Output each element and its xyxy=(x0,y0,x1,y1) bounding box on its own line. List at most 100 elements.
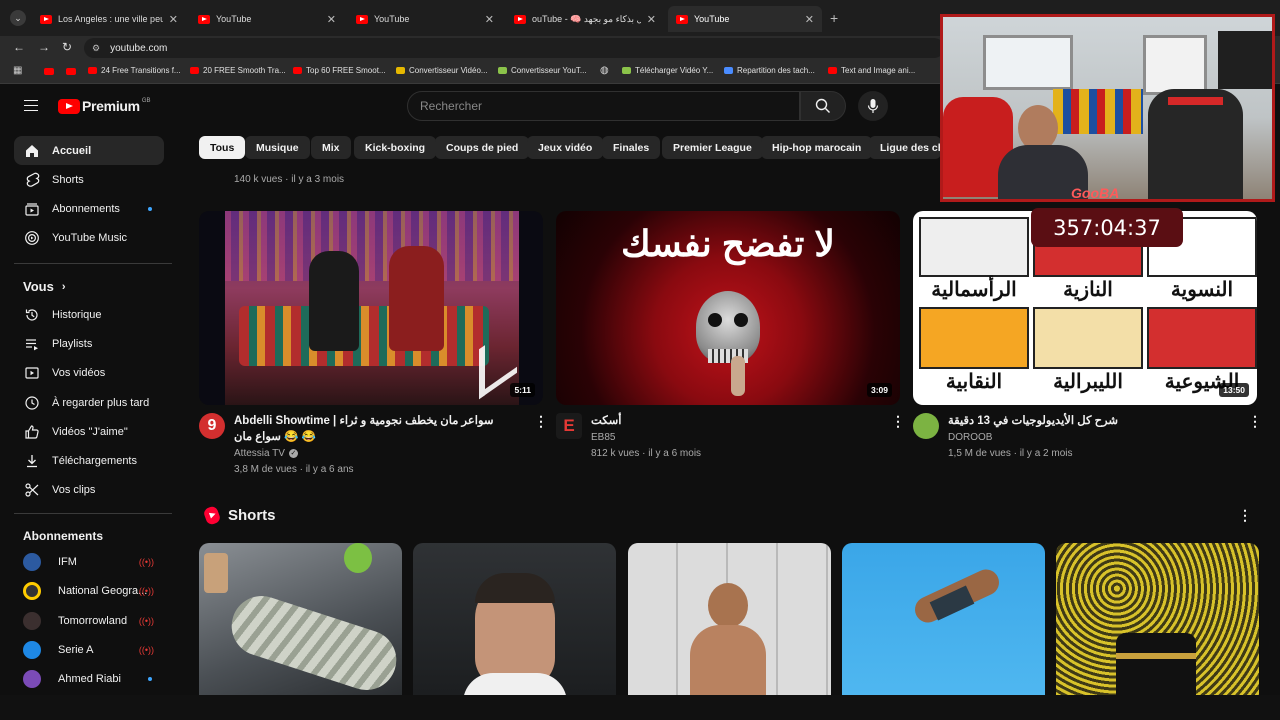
bookmark-youtube-icon[interactable] xyxy=(66,68,76,75)
channel-avatar[interactable]: E xyxy=(556,413,582,439)
subscriptions-section-title: Abonnements xyxy=(23,529,104,543)
voice-search-button[interactable] xyxy=(858,91,888,121)
browser-tab[interactable]: YouTube ✕ xyxy=(190,6,344,32)
short-thumbnail[interactable] xyxy=(199,543,402,695)
stream-name-logo: GooBA xyxy=(1071,185,1120,201)
sidebar-subscription-tomorrowland[interactable]: Tomorrowland ((•)) xyxy=(14,606,164,635)
close-tab-icon[interactable]: ✕ xyxy=(169,13,178,26)
channel-avatar xyxy=(23,552,41,571)
video-meta: 3,8 M de vues · il y a 6 ans xyxy=(234,464,354,475)
search-placeholder: Rechercher xyxy=(420,99,483,113)
sidebar-item-clips[interactable]: Vos clips xyxy=(14,475,164,504)
forward-icon[interactable]: → xyxy=(38,40,50,54)
sidebar-divider xyxy=(14,513,172,514)
sidebar-item-accueil[interactable]: Accueil xyxy=(14,136,164,165)
sidebar-item-vos-videos[interactable]: Vos vidéos xyxy=(14,358,164,387)
sidebar-item-liked-videos[interactable]: Vidéos "J'aime" xyxy=(14,417,164,446)
microphone-icon xyxy=(867,99,879,113)
video-title[interactable]: أسكت xyxy=(591,413,871,429)
bookmark-youtube-icon[interactable] xyxy=(44,68,54,75)
video-menu-icon[interactable]: ⋮ xyxy=(891,413,905,430)
apps-grid-icon[interactable]: ▦ xyxy=(13,65,22,76)
stream-timer: 357:04:37 xyxy=(1031,208,1183,247)
browser-tab[interactable]: YouTube ✕ xyxy=(348,6,502,32)
live-icon: ((•)) xyxy=(138,644,154,655)
close-tab-icon[interactable]: ✕ xyxy=(647,13,656,26)
short-thumbnail[interactable] xyxy=(842,543,1045,695)
youtube-favicon-icon xyxy=(356,14,368,24)
shorts-icon xyxy=(26,172,40,187)
channel-avatar xyxy=(23,611,41,630)
globe-icon[interactable]: ◍ xyxy=(600,65,609,76)
channel-avatar[interactable] xyxy=(913,413,939,439)
ideology-label: النسوية xyxy=(1170,279,1234,301)
chip-mix[interactable]: Mix xyxy=(311,136,351,159)
video-menu-icon[interactable]: ⋮ xyxy=(1248,413,1262,430)
chip-jeux-video[interactable]: Jeux vidéo xyxy=(527,136,604,159)
short-thumbnail[interactable] xyxy=(628,543,831,695)
tab-search-button[interactable]: ⌄ xyxy=(10,10,26,26)
channel-name[interactable]: Attessia TV ✓ xyxy=(234,448,298,459)
url-field[interactable]: ⚙ youtube.com xyxy=(84,38,944,58)
site-info-icon[interactable]: ⚙ xyxy=(92,43,100,54)
sidebar-item-historique[interactable]: Historique xyxy=(14,300,164,329)
bookmark-item[interactable]: Repartition des tach... xyxy=(724,66,815,75)
browser-tab-active[interactable]: YouTube ✕ xyxy=(668,6,822,32)
chip-musique[interactable]: Musique xyxy=(245,136,310,159)
search-input[interactable]: Rechercher xyxy=(407,91,800,121)
close-tab-icon[interactable]: ✕ xyxy=(485,13,494,26)
sidebar-subscription-national-geographic[interactable]: National Geogra... ((•)) xyxy=(14,576,164,605)
sidebar-subscription-ifm[interactable]: IFM ((•)) xyxy=(14,547,164,576)
channel-avatar[interactable]: 9 xyxy=(199,413,225,439)
sidebar-item-watch-later[interactable]: À regarder plus tard xyxy=(14,388,164,417)
bookmark-item[interactable]: Convertisseur Vidéo... xyxy=(396,66,488,75)
short-thumbnail[interactable] xyxy=(1056,543,1259,695)
shorts-section-header: Shorts xyxy=(202,505,276,526)
browser-tab[interactable]: Los Angeles : une ville peuplée✕ xyxy=(32,6,186,32)
sidebar-divider xyxy=(14,263,172,264)
bookmark-item[interactable]: Télécharger Vidéo Y... xyxy=(622,66,713,75)
chip-kick-boxing[interactable]: Kick-boxing xyxy=(354,136,437,159)
sidebar-subscription-ahmed-riabi[interactable]: Ahmed Riabi xyxy=(14,664,164,693)
sidebar-item-abonnements[interactable]: Abonnements xyxy=(14,194,164,223)
channel-avatar xyxy=(23,669,41,688)
sidebar-item-downloads[interactable]: Téléchargements xyxy=(14,446,164,475)
live-icon: ((•)) xyxy=(138,556,154,567)
chip-finales[interactable]: Finales xyxy=(602,136,661,159)
video-thumbnail[interactable]: 5:11 xyxy=(199,211,543,405)
new-content-dot xyxy=(148,206,152,211)
sidebar-subscription-serie-a[interactable]: Serie A ((•)) xyxy=(14,635,164,664)
bookmark-item[interactable]: 24 Free Transitions f... xyxy=(88,66,181,75)
sidebar-item-shorts[interactable]: Shorts xyxy=(14,165,164,194)
new-content-dot xyxy=(148,676,152,681)
chip-premier-league[interactable]: Premier League xyxy=(662,136,763,159)
video-menu-icon[interactable]: ⋮ xyxy=(534,413,548,430)
video-title[interactable]: Abdelli Showtime | سواعر مان يخطف نجومية… xyxy=(234,413,519,447)
sidebar-item-youtube-music[interactable]: YouTube Music xyxy=(14,223,164,252)
chip-tous[interactable]: Tous xyxy=(199,136,246,159)
back-icon[interactable]: ← xyxy=(13,40,25,54)
video-thumbnail[interactable]: لا تفضح نفسك 3:09 xyxy=(556,211,900,405)
bookmark-item[interactable]: 20 FREE Smooth Tra... xyxy=(190,66,286,75)
video-duration: 3:09 xyxy=(866,383,892,397)
reload-icon[interactable]: ↻ xyxy=(62,40,72,54)
chip-hip-hop-marocain[interactable]: Hip-hop marocain xyxy=(761,136,873,159)
shorts-menu-icon[interactable]: ⋮ xyxy=(1238,507,1252,524)
chip-coups-de-pied[interactable]: Coups de pied xyxy=(435,136,530,159)
browser-tab[interactable]: ouTube - 🧠 اعمل بذكاء مو بجهد✕ xyxy=(506,6,664,32)
close-tab-icon[interactable]: ✕ xyxy=(805,13,814,26)
channel-name[interactable]: DOROOB xyxy=(948,432,992,443)
close-tab-icon[interactable]: ✕ xyxy=(327,13,336,26)
bookmark-item[interactable]: Top 60 FREE Smoot... xyxy=(293,66,386,75)
you-section-title[interactable]: Vous › xyxy=(23,279,66,294)
search-button[interactable] xyxy=(800,91,846,121)
new-tab-button[interactable]: + xyxy=(830,10,838,26)
bookmark-item[interactable]: Convertisseur YouT... xyxy=(498,66,587,75)
bookmark-item[interactable]: Text and Image ani... xyxy=(828,66,915,75)
sidebar-item-playlists[interactable]: Playlists xyxy=(14,329,164,358)
search-icon xyxy=(815,98,830,113)
short-thumbnail[interactable] xyxy=(413,543,616,695)
chip-ligue-des-champions[interactable]: Ligue des ch xyxy=(869,136,941,159)
video-title[interactable]: شرح كل الأيديولوجيات في 13 دقيقة xyxy=(948,413,1228,429)
channel-name[interactable]: EB85 xyxy=(591,432,615,443)
